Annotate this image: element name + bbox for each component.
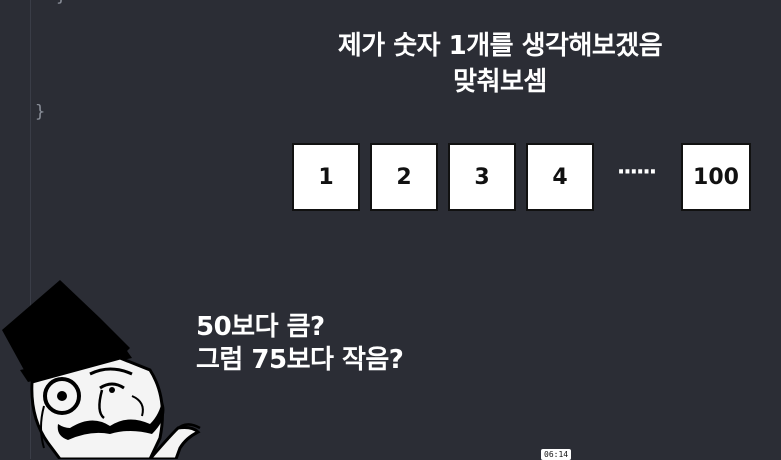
code-brace-bottom: }	[35, 102, 46, 122]
number-box-3: 3	[448, 143, 516, 211]
ellipsis: ······	[616, 160, 657, 185]
number-box-4: 4	[526, 143, 594, 211]
gentleman-meme-icon	[2, 280, 201, 459]
headline-line-1: 제가 숫자 1개를 생각해보겠음	[337, 31, 663, 61]
video-timestamp: 06:14	[541, 449, 572, 460]
number-box-2: 2	[370, 143, 438, 211]
headline: 제가 숫자 1개를 생각해보겠음 맞춰보셈	[300, 28, 700, 100]
question-line-2: 그럼 75보다 작음?	[196, 345, 404, 375]
headline-line-2: 맞춰보셈	[453, 67, 547, 97]
number-box-100: 100	[681, 143, 751, 211]
question-line-1: 50보다 큼?	[196, 312, 325, 342]
code-brace-top: }	[56, 0, 66, 6]
number-box-1: 1	[292, 143, 360, 211]
